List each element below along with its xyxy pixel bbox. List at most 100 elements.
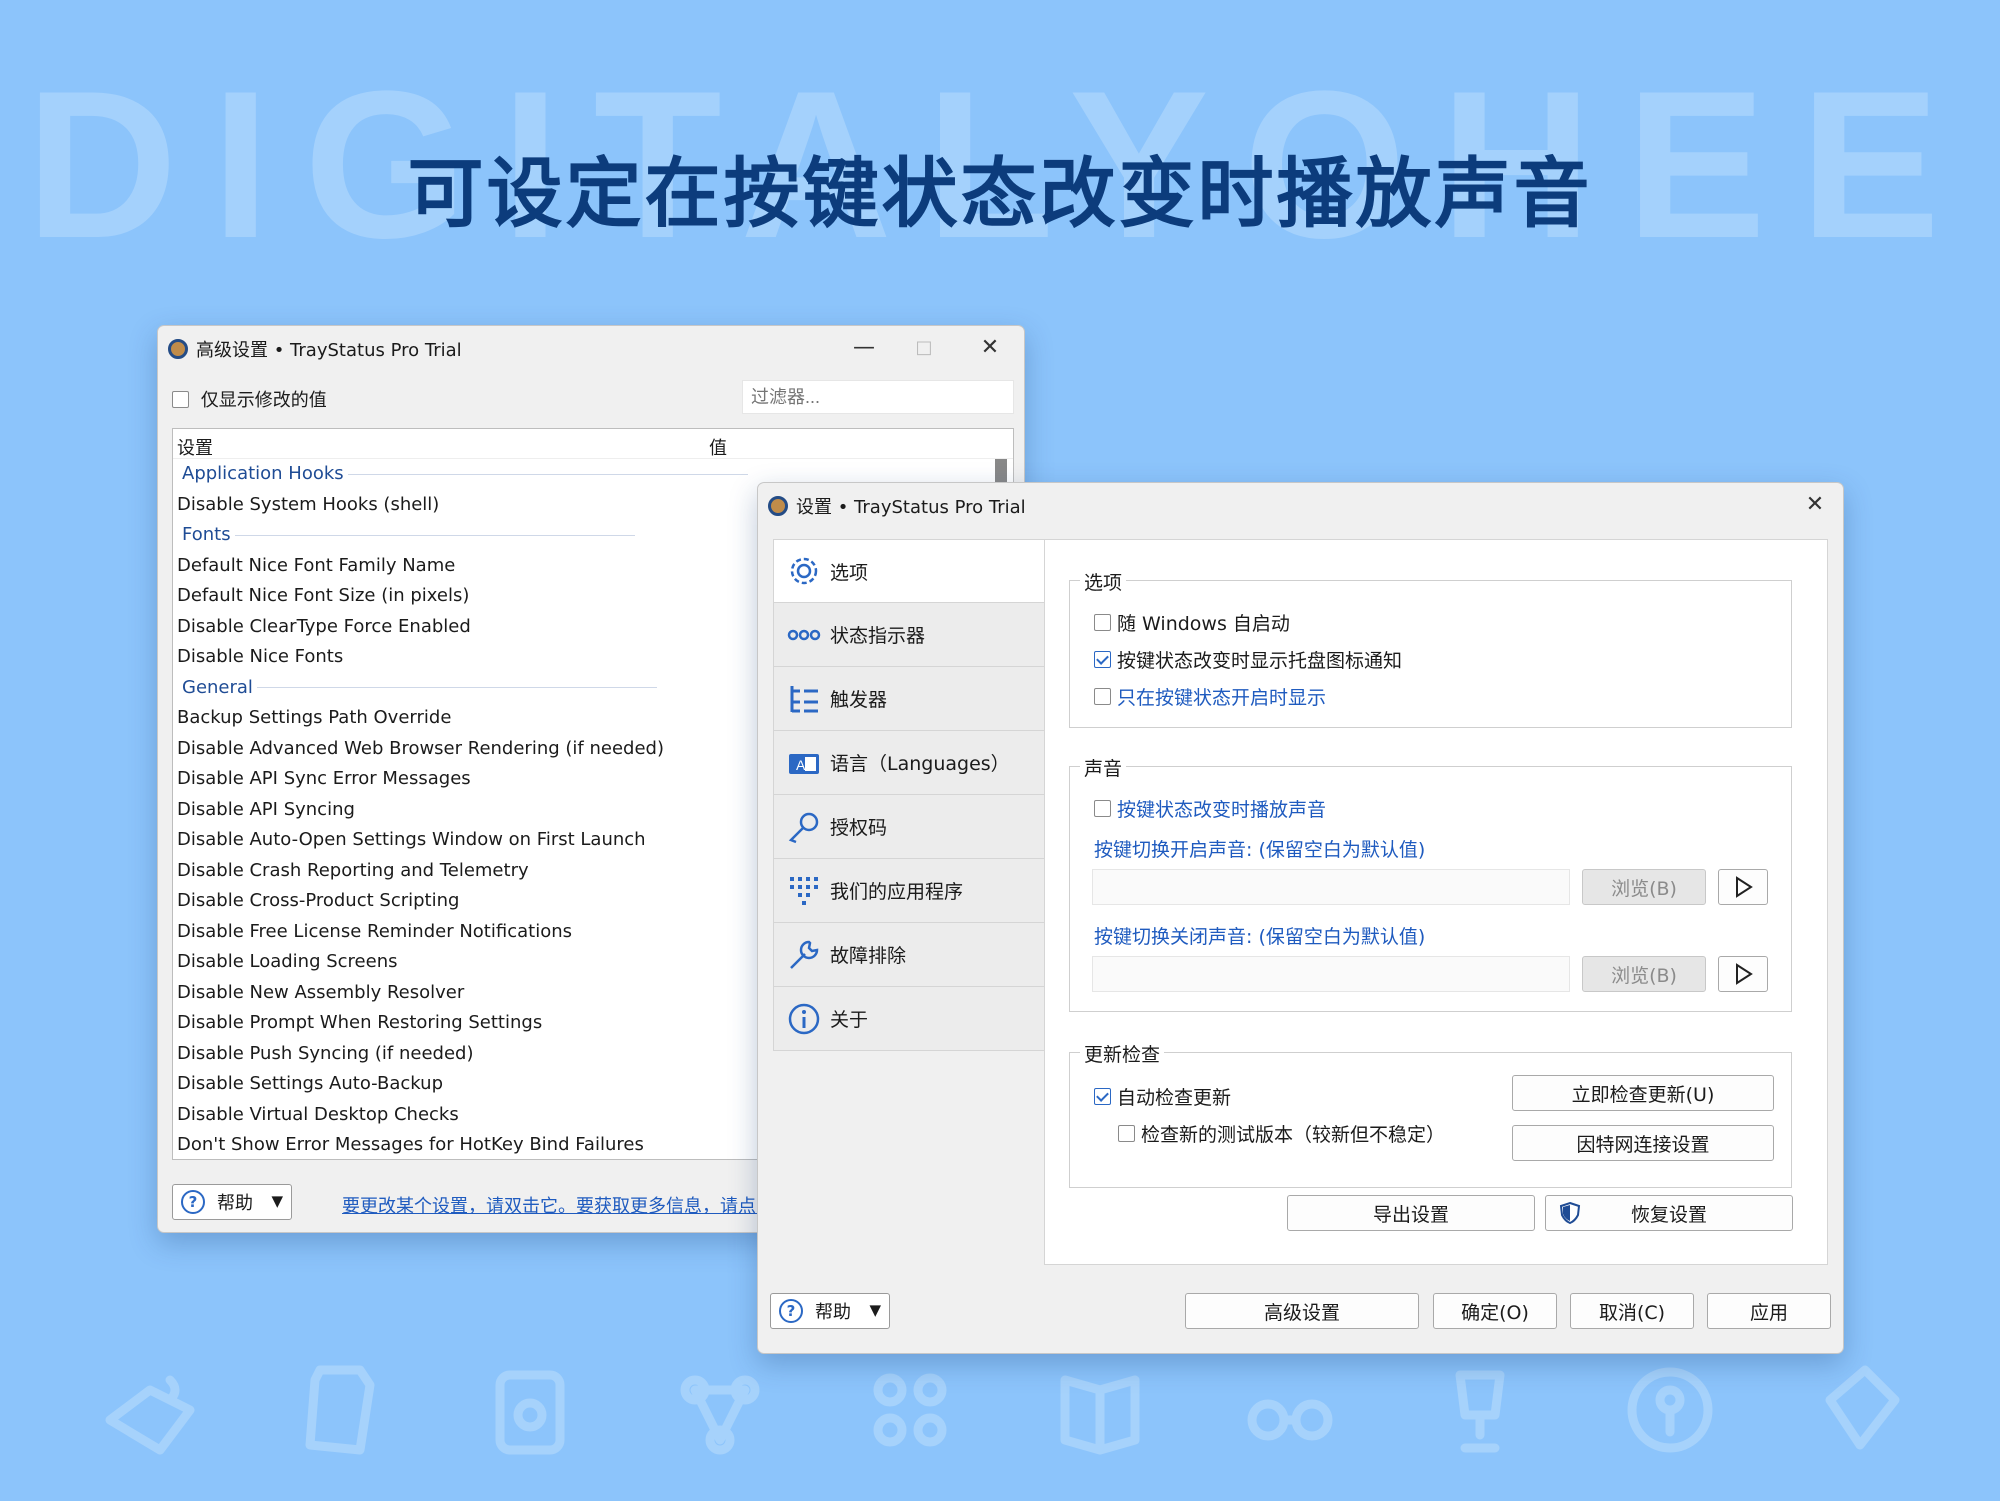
nav-item-options[interactable]: 选项 — [773, 539, 1045, 603]
off-sound-path-input[interactable] — [1092, 956, 1570, 992]
row-label: Don't Show Error Messages for HotKey Bin… — [177, 1134, 644, 1155]
help-icon: ? — [181, 1190, 205, 1214]
settings-nav: 选项 状态指示器 触发器 A 语言（Languages） 授权码 我们的应用程序… — [773, 539, 1045, 1051]
cancel-button[interactable]: 取消(C) — [1570, 1293, 1694, 1329]
window-title: 设置 • TrayStatus Pro Trial — [796, 497, 1026, 518]
off-sound-label: 按键切换关闭声音: (保留空白为默认值) — [1094, 926, 1426, 948]
settings-content: 选项 随 Windows 自启动 按键状态改变时显示托盘图标通知 只在按键状态开… — [1044, 539, 1828, 1265]
checkbox-label: 按键状态改变时播放声音 — [1117, 799, 1327, 821]
column-header-setting[interactable]: 设置 — [177, 434, 213, 460]
nodes-icon — [680, 1375, 760, 1455]
nav-item-license-key[interactable]: 授权码 — [773, 795, 1045, 859]
checkbox-box[interactable] — [1094, 800, 1111, 817]
group-legend: 选项 — [1080, 568, 1127, 595]
internet-settings-button[interactable]: 因特网连接设置 — [1512, 1125, 1774, 1161]
lock-file-icon — [495, 1370, 565, 1455]
row-label: Default Nice Font Family Name — [177, 554, 456, 576]
apply-button[interactable]: 应用 — [1707, 1293, 1831, 1329]
row-label: General — [182, 676, 253, 698]
nav-item-status-indicators[interactable]: 状态指示器 — [773, 603, 1045, 667]
help-label: 帮助 — [217, 1193, 253, 1214]
play-sound-checkbox[interactable]: 按键状态改变时播放声音 — [1094, 795, 1326, 822]
browse-off-sound-button[interactable]: 浏览(B) — [1582, 956, 1706, 992]
book-icon — [1060, 1375, 1140, 1455]
group-divider — [256, 687, 657, 688]
row-label: Disable Free License Reminder Notificati… — [177, 920, 572, 942]
ok-button[interactable]: 确定(O) — [1433, 1293, 1557, 1329]
minimize-button[interactable]: — — [844, 332, 884, 362]
nav-item-triggers[interactable]: 触发器 — [773, 667, 1045, 731]
close-button[interactable]: ✕ — [970, 332, 1010, 362]
app-icon — [768, 496, 788, 516]
play-icon — [1736, 876, 1753, 898]
advanced-settings-button[interactable]: 高级设置 — [1185, 1293, 1419, 1329]
group-divider — [347, 473, 748, 475]
help-button[interactable]: ? 帮助 ▼ — [770, 1293, 890, 1329]
app-icon — [168, 339, 188, 359]
help-icon: ? — [779, 1299, 803, 1323]
check-now-button[interactable]: 立即检查更新(U) — [1512, 1075, 1774, 1111]
only-modified-checkbox[interactable]: 仅显示修改的值 — [172, 386, 327, 412]
page-headline: 可设定在按键状态改变时播放声音 — [407, 149, 1593, 238]
checkbox-box[interactable] — [172, 391, 189, 408]
title-bar[interactable]: 高级设置 • TrayStatus Pro Trial — □ ✕ — [158, 326, 1024, 366]
play-off-sound-button[interactable] — [1718, 956, 1768, 992]
row-label: Disable Loading Screens — [177, 951, 398, 972]
wrench-icon — [786, 937, 822, 973]
help-button[interactable]: ? 帮助 ▼ — [172, 1184, 292, 1220]
nav-item-languages[interactable]: A 语言（Languages） — [773, 731, 1045, 795]
nav-label: 故障排除 — [830, 945, 907, 967]
row-label: Backup Settings Path Override — [177, 707, 452, 728]
export-settings-button[interactable]: 导出设置 — [1287, 1195, 1535, 1231]
nav-label: 我们的应用程序 — [830, 881, 964, 903]
update-group: 更新检查 自动检查更新 检查新的测试版本（较新但不稳定） 立即检查更新(U) 因… — [1069, 1040, 1792, 1188]
title-bar[interactable]: 设置 • TrayStatus Pro Trial ✕ — [758, 483, 1843, 523]
on-sound-label: 按键切换开启声音: (保留空白为默认值) — [1094, 839, 1426, 861]
sd-card-icon — [305, 1365, 375, 1455]
row-label: Fonts — [182, 524, 231, 545]
nav-item-our-apps[interactable]: 我们的应用程序 — [773, 859, 1045, 923]
gear-icon — [786, 553, 822, 589]
restore-settings-button[interactable]: 恢复设置 — [1545, 1195, 1793, 1231]
browse-on-sound-button[interactable]: 浏览(B) — [1582, 869, 1706, 905]
auto-update-checkbox[interactable]: 自动检查更新 — [1094, 1083, 1231, 1110]
row-label: Disable Crash Reporting and Telemetry — [177, 859, 529, 881]
nav-item-troubleshooting[interactable]: 故障排除 — [773, 923, 1045, 987]
group-legend: 更新检查 — [1080, 1040, 1165, 1067]
restore-label: 恢复设置 — [1630, 1203, 1707, 1226]
tree-list-icon — [786, 681, 822, 717]
dropdown-arrow-icon: ▼ — [869, 1301, 881, 1319]
shield-icon — [1559, 1201, 1581, 1225]
checkbox-box[interactable] — [1094, 614, 1111, 631]
checkbox-box[interactable] — [1094, 1088, 1111, 1105]
tray-notify-checkbox[interactable]: 按键状态改变时显示托盘图标通知 — [1094, 646, 1402, 673]
beta-update-checkbox[interactable]: 检查新的测试版本（较新但不稳定） — [1118, 1120, 1445, 1147]
nav-label: 状态指示器 — [830, 625, 926, 647]
only-on-checkbox[interactable]: 只在按键状态开启时显示 — [1094, 683, 1326, 710]
options-group: 选项 随 Windows 自启动 按键状态改变时显示托盘图标通知 只在按键状态开… — [1069, 568, 1792, 728]
column-header-value[interactable]: 值 — [709, 434, 727, 460]
nav-label: 授权码 — [830, 817, 888, 839]
dots-icon — [786, 617, 822, 653]
row-label: Disable Settings Auto-Backup — [177, 1073, 444, 1094]
nav-label: 语言（Languages） — [830, 753, 1010, 775]
checkbox-box[interactable] — [1118, 1125, 1135, 1142]
row-label: Disable API Sync Error Messages — [177, 768, 471, 789]
checkbox-label: 按键状态改变时显示托盘图标通知 — [1117, 650, 1403, 672]
help-link[interactable]: 要更改某个设置，请双击它。要获取更多信息，请点击 — [342, 1192, 774, 1218]
close-button[interactable]: ✕ — [1795, 489, 1835, 519]
checkbox-label: 自动检查更新 — [1117, 1087, 1232, 1109]
checkbox-label: 检查新的测试版本（较新但不稳定） — [1141, 1124, 1446, 1146]
maximize-button[interactable]: □ — [904, 332, 944, 362]
svg-text:A: A — [796, 757, 806, 773]
on-sound-path-input[interactable] — [1092, 869, 1570, 905]
nav-item-about[interactable]: 关于 — [773, 987, 1045, 1051]
play-on-sound-button[interactable] — [1718, 869, 1768, 905]
checkbox-box[interactable] — [1094, 651, 1111, 668]
checkbox-box[interactable] — [1094, 688, 1111, 705]
checkbox-label: 只在按键状态开启时显示 — [1117, 687, 1327, 709]
checkbox-label: 仅显示修改的值 — [200, 390, 327, 411]
dropdown-arrow-icon: ▼ — [271, 1192, 283, 1210]
autostart-checkbox[interactable]: 随 Windows 自启动 — [1094, 609, 1290, 636]
filter-input[interactable] — [742, 380, 1014, 414]
